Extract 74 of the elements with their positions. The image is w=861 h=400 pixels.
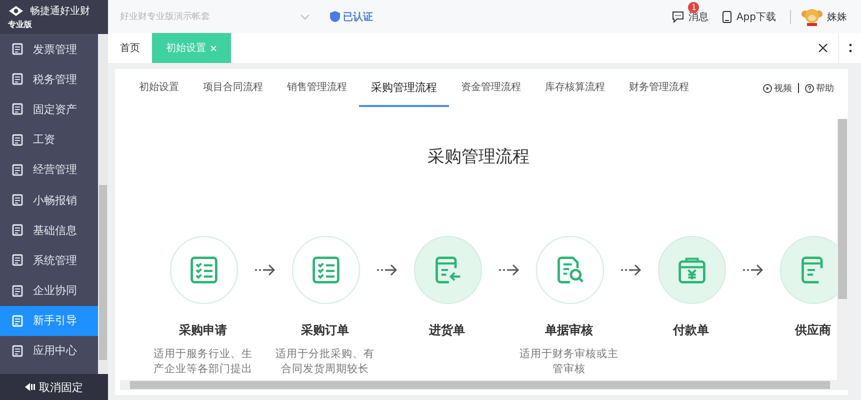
step-title: 采购订单: [301, 322, 349, 339]
payment-icon: [677, 255, 707, 285]
brand-name: 畅捷通好业财: [30, 4, 90, 18]
sidebar-item[interactable]: 应用中心: [0, 336, 98, 366]
sidebar-item[interactable]: 固定资产: [0, 94, 98, 125]
sidebar-item[interactable]: 工资: [0, 124, 98, 155]
chevron-down-icon: [300, 14, 310, 20]
menu-icon: [12, 43, 23, 56]
step-description: 适用于分批采购、有 合同发货周期较长: [274, 347, 376, 377]
step-title: 付款单: [673, 322, 709, 339]
help-icon: [805, 84, 814, 92]
arrow-icon: [742, 264, 764, 276]
menu-icon: [12, 224, 23, 236]
user-menu[interactable]: 姝姝: [801, 6, 847, 26]
step-title: 采购申请: [179, 322, 227, 339]
tablet-icon: [722, 10, 732, 22]
page-tab[interactable]: 首页: [108, 33, 152, 63]
menu-icon: [12, 314, 23, 327]
sidebar-item[interactable]: 税务管理: [0, 64, 98, 94]
step-title: 供应商: [795, 322, 831, 339]
flow-tab[interactable]: 项目合同流程: [191, 69, 275, 107]
sidebar-item[interactable]: 小畅报销: [0, 184, 98, 216]
arrow-icon: [498, 264, 520, 276]
shield-icon: [330, 11, 340, 22]
checklist-icon: [311, 255, 341, 285]
flow-tab[interactable]: 采购管理流程: [359, 69, 449, 107]
sidebar-item[interactable]: 发票管理: [0, 34, 98, 64]
flow-tab[interactable]: 资金管理流程: [449, 69, 533, 107]
step-title: 单据审核: [545, 322, 593, 339]
step-title: 进货单: [429, 322, 465, 339]
sidebar-item[interactable]: 企业协同: [0, 276, 98, 306]
checklist-icon: [189, 255, 219, 285]
notification-badge: 1: [688, 2, 700, 12]
flow-tab[interactable]: 库存核算流程: [533, 69, 617, 107]
avatar-icon: [801, 6, 823, 26]
menu-icon: [12, 254, 23, 266]
help-link[interactable]: 帮助: [805, 82, 834, 94]
arrow-icon: [620, 264, 642, 276]
logo-icon: [8, 5, 24, 17]
app-download-button[interactable]: App下载: [722, 10, 776, 24]
menu-icon: [12, 164, 23, 176]
vertical-scrollbar[interactable]: [837, 119, 848, 390]
flow-title: 采购管理流程: [426, 146, 530, 169]
video-link[interactable]: 视频: [763, 82, 792, 94]
sidebar-item[interactable]: 系统管理: [0, 245, 98, 276]
arrow-icon: [376, 264, 398, 276]
verified-label: 已认证: [330, 10, 373, 24]
menu-icon: [12, 344, 23, 357]
menu-icon: [12, 284, 23, 297]
step-description: 适用于服务行业、生 产企业等各部门提出: [152, 347, 254, 377]
play-icon: [763, 84, 772, 92]
chat-icon: [672, 10, 684, 22]
back-icon: [25, 383, 35, 391]
flow-tab[interactable]: 初始设置: [127, 69, 191, 107]
horizontal-scrollbar[interactable]: [120, 380, 837, 390]
close-icon[interactable]: [818, 43, 828, 53]
menu-icon: [12, 103, 23, 116]
edition-label: 专业版: [8, 19, 33, 30]
more-icon: [848, 43, 852, 53]
messages-button[interactable]: 消息: [672, 10, 708, 24]
step-node[interactable]: [780, 236, 837, 304]
sidebar-item[interactable]: 基础信息: [0, 215, 98, 246]
menu-icon: [12, 194, 23, 206]
step-description: 适用于财务审核或主 管审核: [518, 347, 620, 377]
menu-icon: [12, 134, 23, 146]
audit-icon: [555, 255, 585, 285]
inbound-icon: [433, 255, 463, 285]
sidebar-scrollbar[interactable]: [98, 34, 108, 374]
unpin-button[interactable]: 取消固定: [0, 374, 108, 400]
flow-tab[interactable]: 销售管理流程: [275, 69, 359, 107]
sidebar-item[interactable]: 经营管理: [0, 154, 98, 185]
flow-tab[interactable]: 财务管理流程: [617, 69, 701, 107]
menu-icon: [12, 73, 23, 86]
arrow-icon: [254, 264, 276, 276]
